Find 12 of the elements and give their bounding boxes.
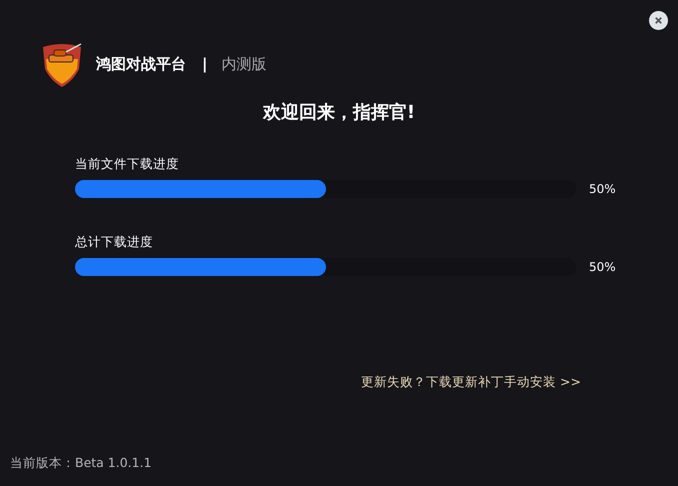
manual-install-link[interactable]: 更新失败？下载更新补丁手动安装 >> xyxy=(361,374,581,391)
close-button[interactable] xyxy=(649,11,668,30)
progress-label: 当前文件下载进度 xyxy=(75,155,180,173)
close-icon xyxy=(654,16,663,25)
progress-percent: 50% xyxy=(589,260,616,274)
welcome-heading: 欢迎回来，指挥官! xyxy=(262,101,416,124)
app-name: 鸿图对战平台 xyxy=(96,54,186,74)
version-label: 当前版本：Beta 1.0.1.1 xyxy=(10,455,152,472)
title-separator: | xyxy=(202,55,208,73)
progress-label: 总计下载进度 xyxy=(75,233,154,251)
progress-percent: 50% xyxy=(589,182,616,196)
edition-label: 内测版 xyxy=(221,54,266,74)
